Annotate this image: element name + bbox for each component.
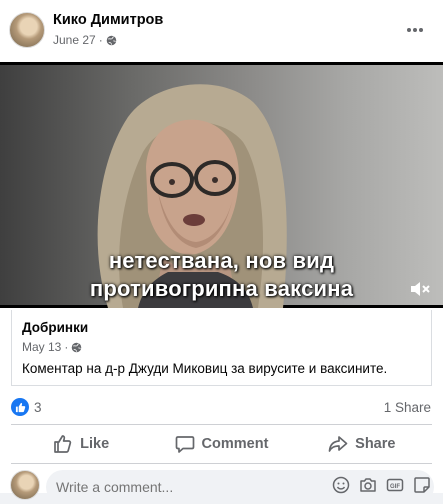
share-button[interactable]: Share (292, 427, 432, 461)
video-subtitle-line-1: нетествана, нов вид (108, 248, 335, 273)
more-options-button[interactable] (401, 16, 429, 44)
sticker-icon[interactable] (413, 476, 431, 494)
share-arrow-icon (328, 436, 348, 452)
more-horizontal-icon (407, 28, 423, 32)
shared-post-meta: May 13 · (22, 340, 82, 354)
post-stats: 3 1 Share (0, 394, 443, 420)
action-bar: Like Comment Share (11, 427, 432, 461)
globe-icon (72, 342, 82, 352)
post-meta: June 27 · (53, 33, 117, 47)
author-name[interactable]: Кико Димитров (53, 12, 163, 28)
speaker-muted-icon[interactable] (409, 279, 431, 299)
meta-separator: · (64, 340, 69, 354)
globe-icon (106, 35, 116, 45)
shared-post-preview[interactable]: Добринки May 13 · Коментар на д-р Джуди … (11, 310, 432, 386)
svg-text:GIF: GIF (390, 484, 400, 490)
gif-icon[interactable]: GIF (386, 476, 404, 494)
shared-page-name[interactable]: Добринки (22, 320, 88, 335)
like-reaction-icon[interactable] (11, 398, 29, 416)
shared-post-date[interactable]: May 13 (22, 340, 61, 354)
share-label: Share (355, 436, 396, 452)
divider (11, 424, 432, 425)
comment-button[interactable]: Comment (151, 427, 291, 461)
shared-post-text: Коментар на д-р Джуди Миковиц за вирусит… (22, 361, 388, 376)
comment-composer: GIF (0, 466, 443, 504)
composer-icons: GIF (332, 476, 431, 494)
emoji-icon[interactable] (332, 476, 350, 494)
divider (11, 463, 432, 464)
current-user-avatar[interactable] (10, 470, 40, 500)
share-count[interactable]: 1 Share (384, 400, 431, 415)
video-subtitle-line-2: противогрипна ваксина (89, 276, 354, 301)
meta-separator: · (98, 33, 103, 47)
thumbs-up-outline-icon (54, 435, 72, 453)
camera-icon[interactable] (359, 476, 377, 494)
post-date[interactable]: June 27 (53, 33, 96, 47)
like-button[interactable]: Like (11, 427, 151, 461)
post-header: Кико Димитров June 27 · (0, 0, 443, 62)
post-card: Кико Димитров June 27 · нетествана, нов … (0, 0, 443, 504)
comment-label: Comment (201, 436, 269, 452)
video-player[interactable]: нетествана, нов вид противогрипна ваксин… (0, 62, 443, 308)
reaction-count[interactable]: 3 (34, 400, 42, 415)
author-avatar[interactable] (9, 12, 45, 48)
like-label: Like (80, 436, 110, 452)
thumbs-up-icon (15, 402, 25, 412)
comment-bubble-icon (175, 436, 194, 453)
